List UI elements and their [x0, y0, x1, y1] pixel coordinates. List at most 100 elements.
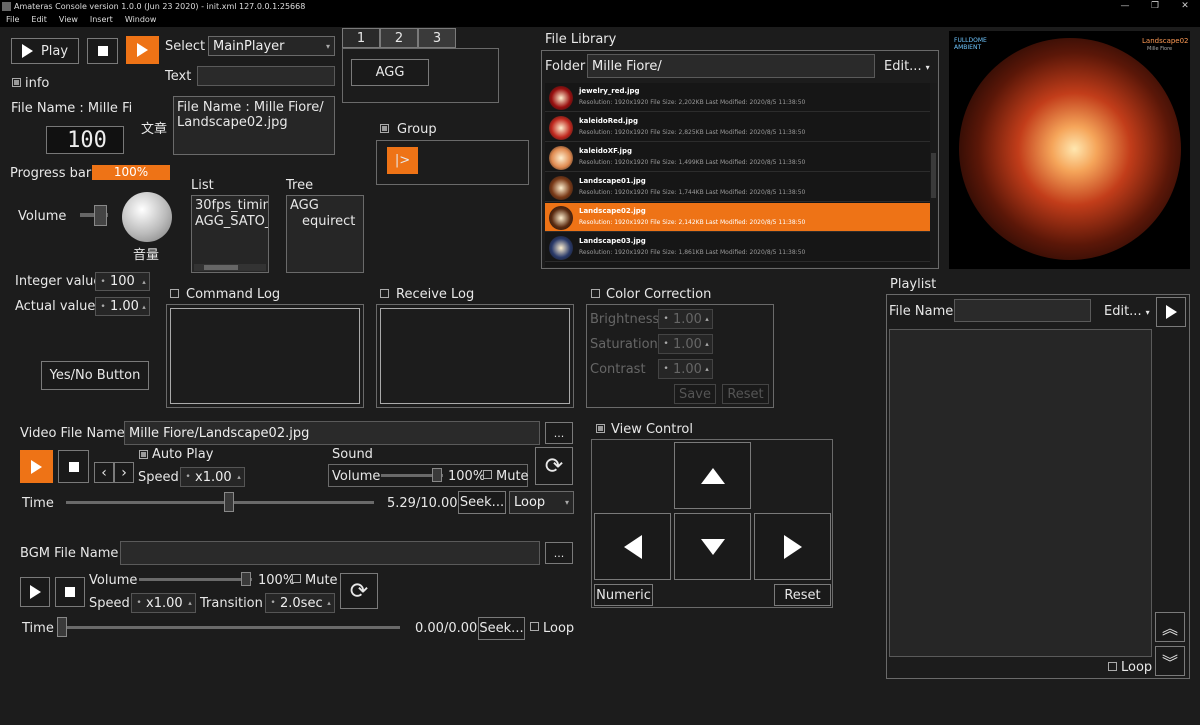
playlist-loop-checkbox[interactable] [1108, 662, 1117, 671]
view-right-button[interactable] [754, 513, 831, 580]
file-list-scroll-thumb[interactable] [931, 153, 936, 198]
close-button[interactable]: ✕ [1170, 0, 1200, 13]
bgm-filename-input[interactable] [120, 541, 540, 565]
list-hscrollbar[interactable] [194, 264, 266, 271]
playlist-edit-menu[interactable]: Edit... ▾ [1104, 304, 1150, 322]
receive-log-checkbox[interactable] [380, 289, 389, 298]
list-hscroll-thumb[interactable] [204, 265, 238, 270]
spin-up-icon[interactable]: ▴ [139, 303, 149, 311]
integer-spinner[interactable]: • 100 ▴ [95, 272, 150, 291]
receive-log-text[interactable] [380, 308, 570, 404]
playlist-up-button[interactable]: ︽ [1155, 612, 1185, 642]
video-loop-select[interactable]: Loop ▾ [509, 491, 574, 514]
group-play-button[interactable]: |> [387, 147, 418, 174]
actual-spinner[interactable]: • 1.00 ▴ [95, 297, 150, 316]
menu-file[interactable]: File [6, 13, 19, 27]
menu-window[interactable]: Window [125, 13, 157, 27]
view-control-checkbox[interactable] [596, 424, 605, 433]
file-row[interactable]: kaleidoXF.jpg Resolution: 1920x1920 File … [545, 143, 930, 172]
tree-item[interactable]: equirect [290, 214, 360, 230]
bgm-play-button[interactable] [20, 577, 50, 607]
tab-1[interactable]: 1 [342, 28, 380, 48]
bgm-volume-thumb[interactable] [241, 572, 251, 586]
file-row[interactable]: Landscape03.jpg Resolution: 1920x1920 Fil… [545, 233, 930, 262]
color-reset-button[interactable]: Reset [722, 384, 769, 404]
file-row[interactable]: Landscape02.jpg Resolution: 1920x1920 Fil… [545, 203, 930, 232]
play-orange-button[interactable] [126, 36, 159, 64]
menu-edit[interactable]: Edit [31, 13, 47, 27]
filename-textarea[interactable]: File Name : Mille Fiore/ Landscape02.jpg [173, 96, 335, 155]
yes-no-button[interactable]: Yes/No Button [41, 361, 149, 390]
bgm-reload-button[interactable]: ⟳ [340, 573, 378, 609]
video-seek-button[interactable]: Seek... [458, 491, 506, 514]
video-mute-checkbox[interactable] [483, 470, 492, 479]
folder-input[interactable]: Mille Fiore/ [587, 54, 875, 78]
transition-spinner[interactable]: • 2.0sec ▴ [265, 593, 335, 613]
command-log-checkbox[interactable] [170, 289, 179, 298]
numeric-button[interactable]: Numeric [594, 584, 653, 606]
bgm-mute-checkbox[interactable] [292, 574, 301, 583]
video-browse-button[interactable]: ... [545, 422, 573, 444]
playlist-filename-input[interactable] [954, 299, 1091, 322]
agg-button[interactable]: AGG [351, 59, 429, 86]
file-list-scrollbar[interactable] [930, 83, 937, 267]
playlist-down-button[interactable]: ︾ [1155, 646, 1185, 676]
bgm-volume-track[interactable] [139, 578, 252, 581]
video-prev-button[interactable]: ‹ [94, 462, 114, 483]
file-row[interactable]: Landscape01.jpg Resolution: 1920x1920 Fil… [545, 173, 930, 202]
color-correction-checkbox[interactable] [591, 289, 600, 298]
file-list[interactable]: jewelry_red.jpg Resolution: 1920x1920 Fil… [545, 83, 930, 267]
maximize-button[interactable]: ❐ [1140, 0, 1170, 13]
stop-button[interactable] [87, 38, 118, 64]
volume-slider-thumb[interactable] [94, 205, 107, 226]
bgm-stop-button[interactable] [55, 577, 85, 607]
color-save-button[interactable]: Save [674, 384, 716, 404]
menu-view[interactable]: View [59, 13, 78, 27]
file-row[interactable]: kaleidoRed.jpg Resolution: 1920x1920 File… [545, 113, 930, 142]
bgm-seek-button[interactable]: Seek... [478, 617, 525, 640]
playlist-list[interactable] [889, 329, 1152, 657]
command-log-text[interactable] [170, 308, 360, 404]
view-reset-button[interactable]: Reset [774, 584, 831, 606]
view-down-button[interactable] [674, 513, 751, 580]
bgm-loop-checkbox[interactable] [530, 622, 539, 631]
view-left-button[interactable] [594, 513, 671, 580]
info-checkbox[interactable] [12, 78, 21, 87]
video-volume-thumb[interactable] [432, 468, 442, 482]
volume-knob[interactable] [122, 192, 172, 242]
video-filename-input[interactable]: Mille Fiore/Landscape02.jpg [124, 421, 540, 445]
tree-item[interactable]: AGG [290, 198, 360, 214]
video-time-thumb[interactable] [223, 492, 234, 512]
contrast-spinner[interactable]: • 1.00 ▴ [658, 359, 713, 379]
video-stop-button[interactable] [58, 450, 89, 483]
menu-insert[interactable]: Insert [90, 13, 113, 27]
folder-edit-menu[interactable]: Edit... ▾ [884, 59, 930, 77]
group-checkbox[interactable] [380, 124, 389, 133]
tree-box[interactable]: AGG equirect [286, 195, 364, 273]
autoplay-checkbox[interactable] [139, 450, 148, 459]
bgm-time-thumb[interactable] [57, 617, 67, 637]
list-item[interactable]: AGG_SATO_ [195, 214, 268, 230]
list-box[interactable]: 30fps_timing AGG_SATO_ [191, 195, 269, 273]
bgm-browse-button[interactable]: ... [545, 542, 573, 564]
file-row[interactable]: jewelry_red.jpg Resolution: 1920x1920 Fil… [545, 83, 930, 112]
bgm-speed-spinner[interactable]: • x1.00 ▴ [131, 593, 196, 613]
minimize-button[interactable]: — [1110, 0, 1140, 13]
play-button[interactable]: Play [11, 38, 79, 64]
video-play-button[interactable] [20, 450, 53, 483]
spin-up-icon[interactable]: ▴ [139, 278, 149, 286]
video-reload-button[interactable]: ⟳ [535, 447, 573, 485]
tab-3[interactable]: 3 [418, 28, 456, 48]
bgm-time-track[interactable] [57, 626, 400, 629]
saturation-spinner[interactable]: • 1.00 ▴ [658, 334, 713, 354]
player-select[interactable]: MainPlayer ▾ [208, 36, 335, 56]
video-next-button[interactable]: › [114, 462, 134, 483]
video-speed-spinner[interactable]: • x1.00 ▴ [180, 467, 245, 487]
playlist-play-button[interactable] [1156, 297, 1186, 327]
text-input[interactable] [197, 66, 335, 86]
tab-2[interactable]: 2 [380, 28, 418, 48]
video-time-track[interactable] [66, 501, 374, 504]
brightness-spinner[interactable]: • 1.00 ▴ [658, 309, 713, 329]
view-up-button[interactable] [674, 442, 751, 509]
list-item[interactable]: 30fps_timing [195, 198, 268, 214]
